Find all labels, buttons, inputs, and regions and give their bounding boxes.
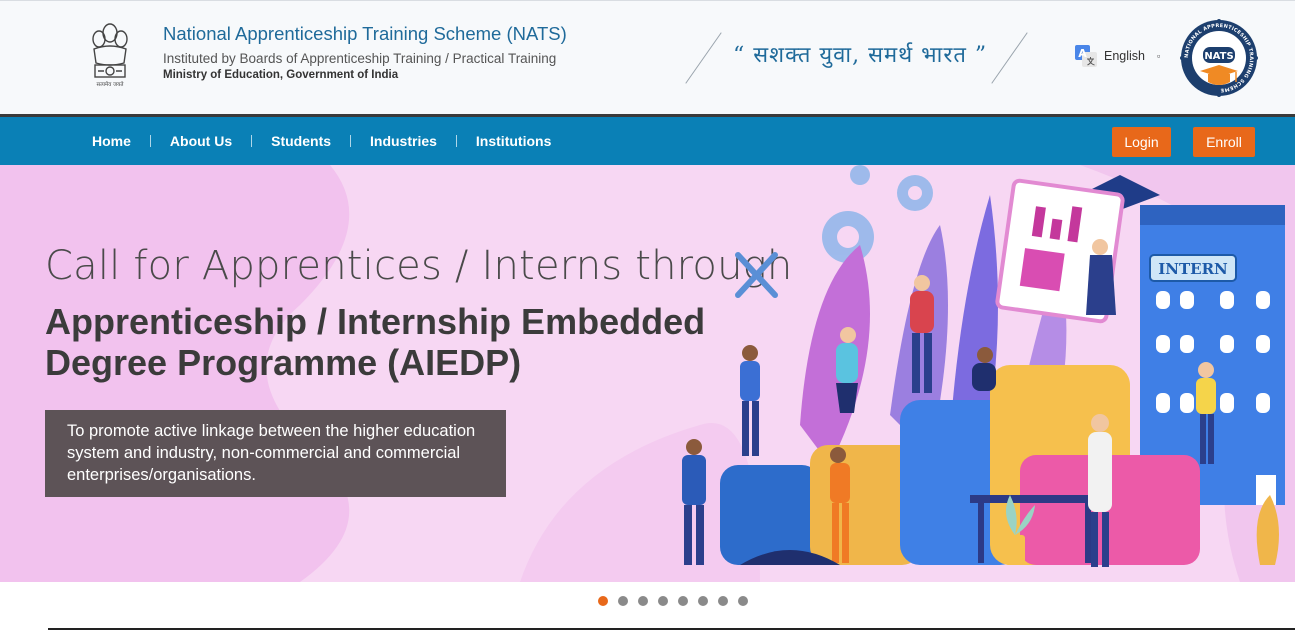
carousel-dot[interactable] [718, 596, 728, 606]
login-button[interactable]: Login [1112, 127, 1171, 157]
page: सत्यमेव जयते National Apprenticeship Tra… [0, 0, 1295, 630]
svg-text:A: A [1078, 47, 1087, 60]
hero-description: To promote active linkage between the hi… [67, 422, 476, 484]
nav-about-us[interactable]: About Us [170, 133, 232, 149]
nats-logo[interactable]: NATIONAL APPRENTICESHIP TRAINING SCHEME … [1178, 17, 1260, 99]
nav-students[interactable]: Students [271, 133, 331, 149]
enroll-button[interactable]: Enroll [1193, 127, 1255, 157]
header-divider [685, 32, 722, 84]
site-header: सत्यमेव जयते National Apprenticeship Tra… [0, 0, 1295, 114]
main-nav: Home About Us Students Industries Instit… [0, 114, 1295, 165]
hero-banner[interactable]: Call for Apprentices / Interns through A… [0, 165, 1295, 582]
nav-separator [251, 135, 253, 147]
tagline: “ सशक्त युवा, समर्थ भारत ” [733, 43, 988, 68]
ministry-name: Ministry of Education, Government of Ind… [163, 69, 399, 81]
hero-title-line: Degree Programme (AIEDP) [45, 342, 522, 383]
carousel-dot[interactable] [598, 596, 608, 606]
wrench-icon [735, 252, 778, 298]
building-sign: INTERN [1158, 260, 1228, 278]
header-divider [991, 32, 1028, 84]
language-selector[interactable]: A English ▫ [1074, 44, 1160, 68]
translate-icon: A [1075, 45, 1097, 67]
hero-description-box: To promote active linkage between the hi… [45, 410, 506, 497]
logo-center-text: NATS [1204, 51, 1233, 62]
nav-separator [455, 135, 457, 147]
org-title[interactable]: National Apprenticeship Training Scheme … [163, 23, 567, 45]
carousel-dot[interactable] [738, 596, 748, 606]
carousel-dot[interactable] [638, 596, 648, 606]
carousel-indicators [598, 596, 748, 606]
nav-industries[interactable]: Industries [370, 133, 437, 149]
emblem-caption: सत्यमेव जयते [96, 81, 124, 88]
language-label: English [1104, 49, 1145, 63]
hero-title: Apprenticeship / Internship Embedded Deg… [45, 301, 705, 383]
hero-title-line: Apprenticeship / Internship Embedded [45, 301, 706, 342]
nav-separator [350, 135, 352, 147]
nav-separator [149, 135, 151, 147]
dropdown-caret-icon: ▫ [1157, 51, 1161, 61]
carousel-dot[interactable] [618, 596, 628, 606]
carousel-dot[interactable] [678, 596, 688, 606]
hero-illustration: INTERN [682, 165, 1285, 567]
nav-institutions[interactable]: Institutions [476, 133, 551, 149]
nav-home[interactable]: Home [92, 133, 131, 149]
org-subtitle: Instituted by Boards of Apprenticeship T… [163, 51, 557, 66]
carousel-dot[interactable] [698, 596, 708, 606]
carousel-dot[interactable] [658, 596, 668, 606]
national-emblem-icon: सत्यमेव जयते [92, 23, 128, 88]
